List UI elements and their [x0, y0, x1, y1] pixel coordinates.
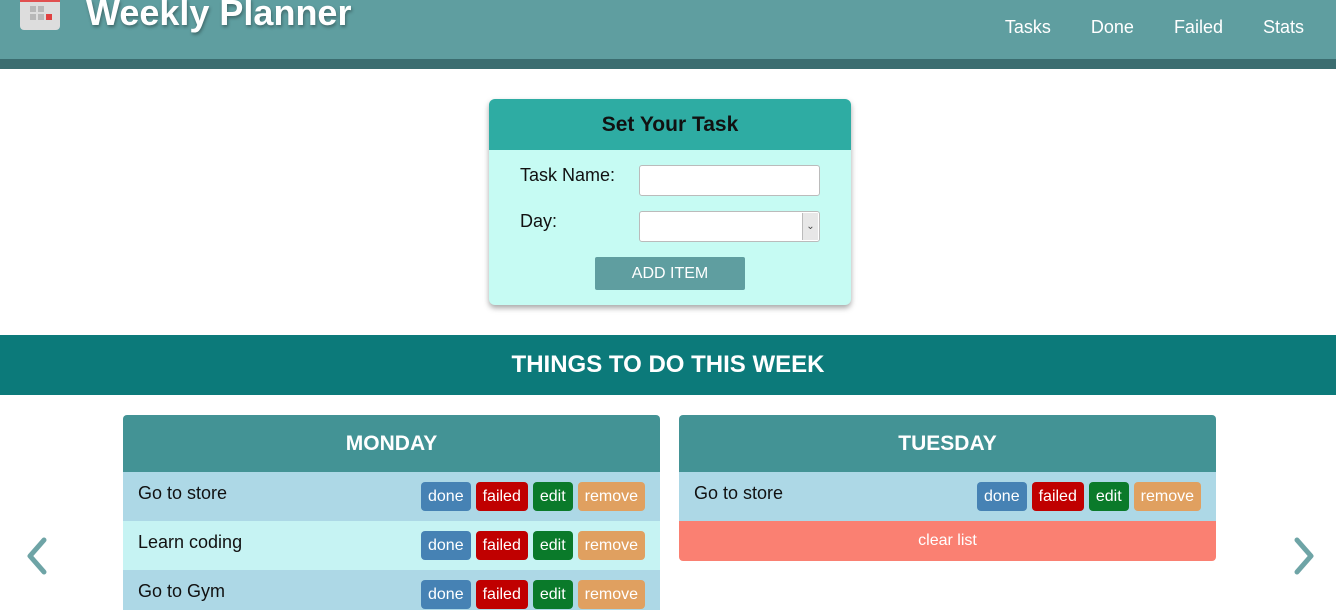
- task-row: Go to store done failed edit remove: [123, 472, 660, 521]
- task-name: Go to store: [694, 483, 784, 503]
- main-nav: Tasks Done Failed Stats: [1005, 17, 1304, 38]
- chevron-down-icon[interactable]: ⌄: [802, 213, 818, 240]
- header-divider: [0, 59, 1336, 69]
- week-banner: THINGS TO DO THIS WEEK: [0, 335, 1336, 395]
- day-title: MONDAY: [123, 415, 660, 472]
- day-column-monday: MONDAY Go to store done failed edit remo…: [123, 415, 660, 610]
- remove-button[interactable]: remove: [577, 482, 645, 511]
- chevron-right-icon[interactable]: [1289, 534, 1319, 578]
- done-button[interactable]: done: [421, 482, 471, 511]
- nav-tasks[interactable]: Tasks: [1005, 17, 1051, 38]
- task-name: Go to store: [138, 483, 228, 503]
- remove-button[interactable]: remove: [577, 531, 645, 560]
- task-name-input[interactable]: [639, 165, 820, 196]
- failed-button[interactable]: failed: [475, 580, 528, 609]
- done-button[interactable]: done: [977, 482, 1027, 511]
- task-row: Learn coding done failed edit remove: [123, 521, 660, 570]
- task-row: Go to store done failed edit remove: [679, 472, 1216, 521]
- task-name-label: Task Name:: [520, 165, 616, 185]
- edit-button[interactable]: edit: [532, 531, 573, 560]
- clear-list-button[interactable]: clear list: [679, 521, 1216, 561]
- done-button[interactable]: done: [421, 580, 471, 609]
- remove-button[interactable]: remove: [1133, 482, 1201, 511]
- failed-button[interactable]: failed: [475, 482, 528, 511]
- add-item-button[interactable]: ADD ITEM: [595, 257, 745, 290]
- task-form-card: Set Your Task Task Name: Day: ⌄ ADD ITEM: [489, 99, 851, 305]
- edit-button[interactable]: edit: [1088, 482, 1129, 511]
- edit-button[interactable]: edit: [532, 580, 573, 609]
- remove-button[interactable]: remove: [577, 580, 645, 609]
- task-name: Learn coding: [138, 532, 243, 552]
- done-button[interactable]: done: [421, 531, 471, 560]
- day-select[interactable]: ⌄: [639, 211, 820, 242]
- nav-failed[interactable]: Failed: [1174, 17, 1223, 38]
- day-title: TUESDAY: [679, 415, 1216, 472]
- app-header: Weekly Planner Tasks Done Failed Stats: [0, 0, 1336, 59]
- task-row: Go to Gym done failed edit remove: [123, 570, 660, 610]
- task-name: Go to Gym: [138, 581, 226, 601]
- day-column-tuesday: TUESDAY Go to store done failed edit rem…: [679, 415, 1216, 561]
- form-title: Set Your Task: [489, 99, 851, 150]
- app-title: Weekly Planner: [86, 0, 352, 33]
- edit-button[interactable]: edit: [532, 482, 573, 511]
- chevron-left-icon[interactable]: [22, 534, 52, 578]
- calendar-icon: [20, 0, 60, 30]
- nav-stats[interactable]: Stats: [1263, 17, 1304, 38]
- failed-button[interactable]: failed: [1031, 482, 1084, 511]
- failed-button[interactable]: failed: [475, 531, 528, 560]
- nav-done[interactable]: Done: [1091, 17, 1134, 38]
- day-label: Day:: [520, 211, 558, 231]
